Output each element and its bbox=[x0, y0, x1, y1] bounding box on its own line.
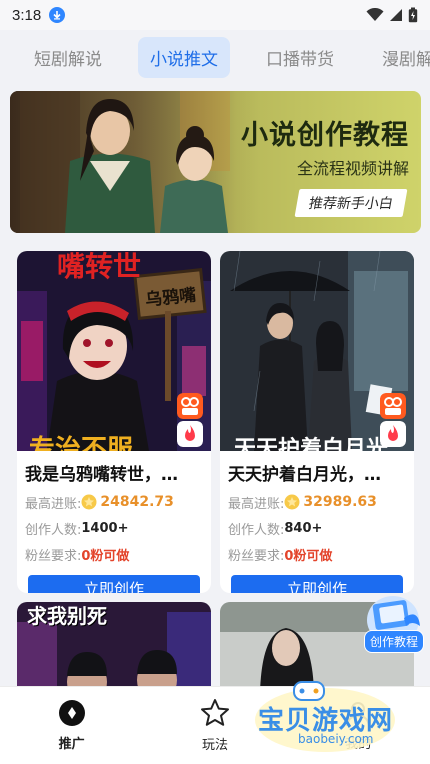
tab-short-drama[interactable]: 短剧解说 bbox=[22, 37, 114, 78]
income-value: 32989.63 bbox=[303, 494, 377, 510]
income-label: 最高进账: bbox=[228, 496, 285, 512]
disc-icon bbox=[58, 700, 85, 726]
fans-label: 粉丝要求: bbox=[25, 548, 82, 564]
creators-label: 创作人数: bbox=[25, 522, 82, 538]
novel-card[interactable]: 求我别死 bbox=[17, 602, 211, 692]
video-app-icon bbox=[177, 393, 203, 419]
cover-title-bottom: 专治不服 bbox=[29, 435, 134, 451]
banner-subtitle: 全流程视频讲解 bbox=[296, 159, 409, 178]
nav-promote[interactable]: 推广 bbox=[22, 699, 122, 752]
fire-app-icon bbox=[177, 421, 203, 447]
card-cover: 天天护着白月光 bbox=[220, 251, 414, 451]
download-icon bbox=[49, 7, 66, 23]
video-app-icon bbox=[380, 393, 406, 419]
banner-title: 小说创作教程 bbox=[241, 120, 409, 151]
income-row: 最高进账: 32989.63 bbox=[220, 489, 414, 515]
wifi-icon bbox=[366, 8, 384, 21]
fans-value: 0粉可做 bbox=[81, 548, 130, 564]
fans-value: 0粉可做 bbox=[284, 548, 333, 564]
creators-value: 1400+ bbox=[81, 520, 129, 536]
income-row: 最高进账: 24842.73 bbox=[17, 489, 211, 515]
income-value: 24842.73 bbox=[100, 494, 174, 510]
fans-row: 粉丝要求: 0粉可做 bbox=[220, 541, 414, 567]
tutorial-float-label[interactable]: 创作教程 bbox=[363, 630, 424, 653]
cover-title-top: 嘴转世 bbox=[57, 251, 142, 283]
battery-icon bbox=[408, 7, 418, 23]
novel-card[interactable]: 嘴转世 乌鸦嘴 专治不服 我是乌鸦嘴转世，… 最高进账: 24842.73 创作… bbox=[17, 251, 211, 593]
banner-illustration bbox=[10, 91, 260, 233]
tutorial-banner[interactable]: 小说创作教程 全流程视频讲解 推荐新手小白 bbox=[10, 91, 421, 233]
income-label: 最高进账: bbox=[25, 496, 82, 512]
fans-label: 粉丝要求: bbox=[228, 548, 285, 564]
creators-value: 840+ bbox=[284, 520, 323, 536]
tab-comic-drama[interactable]: 漫剧解 bbox=[370, 37, 430, 78]
banner-tag: 推荐新手小白 bbox=[294, 189, 408, 217]
star-icon bbox=[200, 699, 229, 726]
creators-label: 创作人数: bbox=[228, 522, 285, 538]
signal-icon bbox=[390, 9, 402, 21]
card-title: 天天护着白月光，… bbox=[228, 465, 381, 485]
card-cover: 嘴转世 乌鸦嘴 专治不服 bbox=[17, 251, 211, 451]
fans-row: 粉丝要求: 0粉可做 bbox=[17, 541, 211, 567]
novel-card[interactable]: 天天护着白月光 天天护着白月光，… 最高进账: 32989.63 创作人数: 8… bbox=[220, 251, 414, 593]
tab-novel-promo[interactable]: 小说推文 bbox=[138, 36, 230, 78]
status-time: 3:18 bbox=[12, 6, 42, 24]
fire-app-icon bbox=[380, 421, 406, 447]
gold-star-icon bbox=[81, 494, 97, 510]
cover-sign-text: 乌鸦嘴 bbox=[144, 285, 198, 311]
watermark-subtext: baobeiy.com bbox=[298, 732, 374, 746]
category-tabs: 短剧解说 小说推文 口播带货 漫剧解 bbox=[0, 34, 430, 80]
tab-live-selling[interactable]: 口播带货 bbox=[254, 37, 346, 78]
nav-label: 推广 bbox=[58, 737, 85, 752]
cover-title-bottom: 天天护着白月光 bbox=[234, 437, 389, 451]
creators-row: 创作人数: 1400+ bbox=[17, 515, 211, 541]
gold-star-icon bbox=[284, 494, 300, 510]
cover-title-top: 求我别死 bbox=[27, 604, 107, 628]
create-now-button[interactable]: 立即创作 bbox=[28, 575, 200, 593]
creators-row: 创作人数: 840+ bbox=[220, 515, 414, 541]
card-title: 我是乌鸦嘴转世，… bbox=[25, 465, 178, 485]
status-bar: 3:18 bbox=[0, 0, 430, 30]
nav-label: 玩法 bbox=[201, 738, 228, 753]
